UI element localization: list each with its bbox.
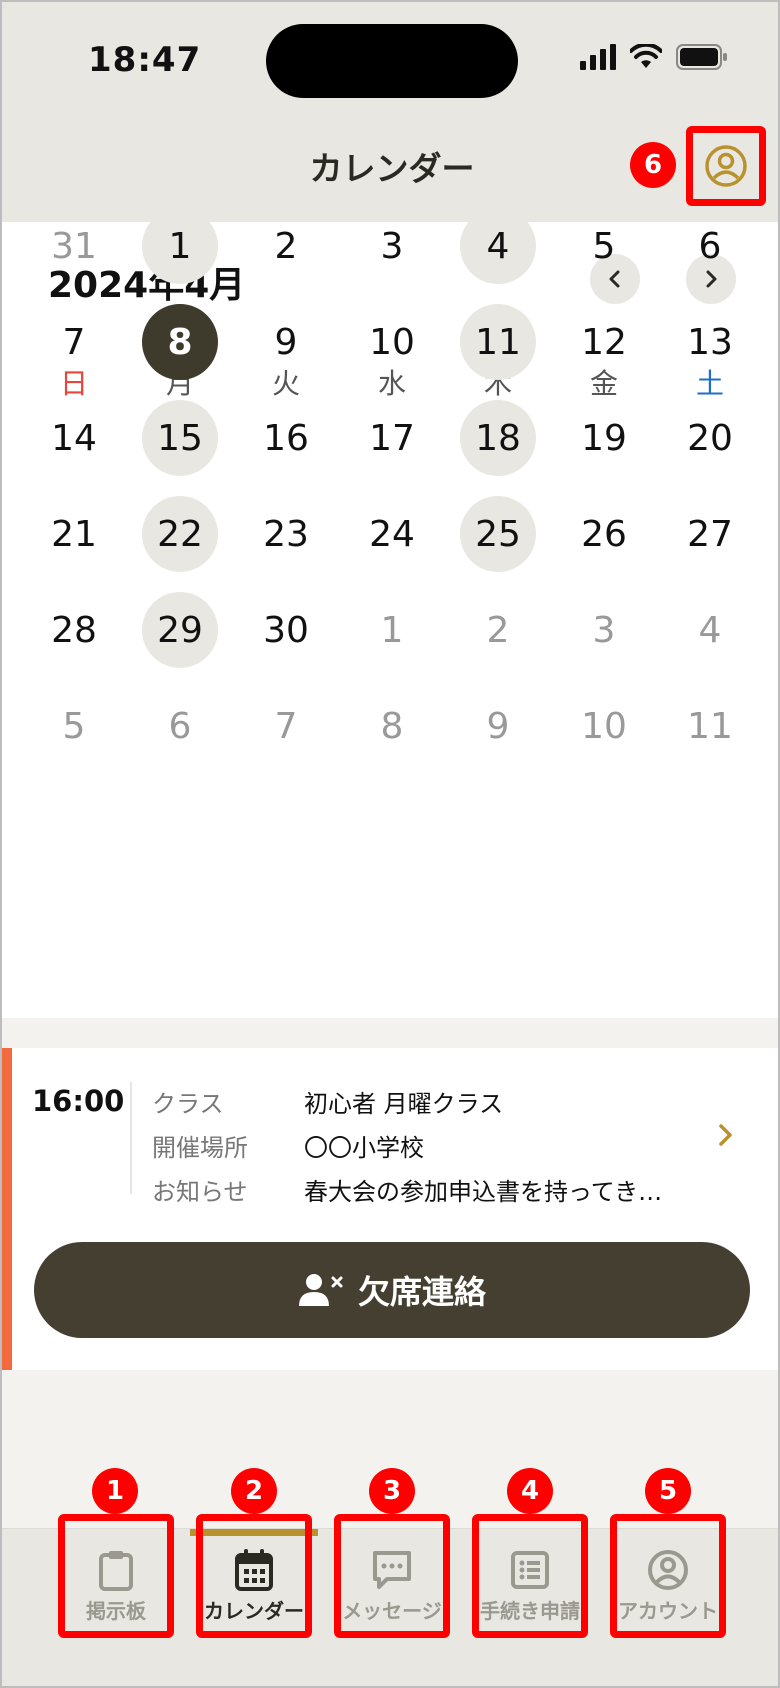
calendar-day[interactable]: 5 [566,208,642,284]
calendar-day[interactable]: 10 [566,688,642,764]
event-value-venue: 〇〇小学校 [304,1134,424,1162]
calendar-day[interactable]: 11 [460,304,536,380]
annotation-badge: 6 [630,142,676,188]
calendar-day[interactable]: 9 [460,688,536,764]
event-card[interactable]: 16:00 クラス 初心者 月曜クラス 開催場所 〇〇小学校 お知らせ 春大会の… [2,1048,778,1370]
status-time: 18:47 [88,40,202,80]
calendar-day[interactable]: 14 [36,400,112,476]
calendar-day[interactable]: 19 [566,400,642,476]
calendar-day[interactable]: 13 [672,304,748,380]
calendar-day[interactable]: 10 [354,304,430,380]
signal-icon [580,44,616,70]
calendar-day[interactable]: 1 [354,592,430,668]
calendar-day[interactable]: 21 [36,496,112,572]
calendar-day[interactable]: 11 [672,688,748,764]
app-header: 18:47 カレンダー 6 [2,2,778,222]
tab-account[interactable]: アカウント [610,1514,726,1638]
calendar-day[interactable]: 15 [142,400,218,476]
event-value-class: 初心者 月曜クラス [304,1090,504,1118]
event-label-class: クラス [152,1090,224,1118]
event-label-venue: 開催場所 [152,1134,248,1162]
event-divider [130,1082,132,1194]
calendar-day[interactable]: 2 [248,208,324,284]
calendar-day[interactable]: 27 [672,496,748,572]
profile-button[interactable] [686,126,766,206]
annotation-badge: 2 [231,1468,277,1514]
calendar-day[interactable]: 31 [36,208,112,284]
event-time: 16:00 [32,1084,125,1118]
calendar-day[interactable]: 28 [36,592,112,668]
calendar-day[interactable]: 26 [566,496,642,572]
list-icon [511,1551,549,1589]
status-icons [580,44,728,70]
tab-bulletin-board[interactable]: 掲示板 [58,1514,174,1638]
app-screen: 18:47 カレンダー 6 2024年4月 日 月 火 水 木 金 土 31 1… [0,0,780,1688]
tab-label: 手続き申請 [480,1599,580,1623]
event-value-notice: 春大会の参加申込書を持ってき… [304,1178,663,1206]
tab-calendar[interactable]: カレンダー [196,1514,312,1638]
calendar-day[interactable]: 25 [460,496,536,572]
tab-messages[interactable]: メッセージ [334,1514,450,1638]
dynamic-island [266,24,518,98]
account-icon [648,1550,688,1590]
battery-icon [676,44,727,70]
calendar-day[interactable]: 4 [460,208,536,284]
tab-procedures[interactable]: 手続き申請 [472,1514,588,1638]
calendar-icon [235,1549,273,1591]
event-accent-bar [2,1048,12,1370]
calendar-day[interactable]: 18 [460,400,536,476]
calendar-day[interactable]: 8 [142,304,218,380]
calendar-day[interactable]: 7 [248,688,324,764]
calendar-day[interactable]: 16 [248,400,324,476]
calendar: 2024年4月 日 月 火 水 木 金 土 31 1 2 3 4 5 6 7 8 9 10 11 12 1… [2,208,778,1018]
user-remove-icon [298,1274,343,1306]
calendar-day[interactable]: 9 [248,304,324,380]
account-icon [705,145,747,187]
calendar-day[interactable]: 7 [36,304,112,380]
absence-button[interactable]: 欠席連絡 [34,1242,750,1338]
calendar-day[interactable]: 17 [354,400,430,476]
calendar-day[interactable]: 6 [142,688,218,764]
wifi-icon [630,44,662,68]
calendar-day[interactable]: 22 [142,496,218,572]
calendar-day[interactable]: 4 [672,592,748,668]
annotation-badge: 4 [507,1468,553,1514]
calendar-day[interactable]: 5 [36,688,112,764]
tab-label: アカウント [618,1599,718,1623]
event-label-notice: お知らせ [152,1178,248,1206]
message-icon [373,1551,411,1589]
calendar-day[interactable]: 6 [672,208,748,284]
annotation-badge: 1 [92,1468,138,1514]
calendar-day[interactable]: 3 [354,208,430,284]
tab-label: 掲示板 [86,1599,146,1623]
clipboard-icon [99,1551,133,1591]
calendar-day[interactable]: 8 [354,688,430,764]
annotation-badge: 5 [645,1468,691,1514]
calendar-day[interactable]: 1 [142,208,218,284]
calendar-day[interactable]: 3 [566,592,642,668]
calendar-day[interactable]: 20 [672,400,748,476]
calendar-day[interactable]: 29 [142,592,218,668]
absence-button-label: 欠席連絡 [357,1273,486,1311]
tab-label: カレンダー [204,1599,304,1623]
calendar-day[interactable]: 23 [248,496,324,572]
chevron-right-icon[interactable] [712,1122,738,1148]
calendar-day[interactable]: 12 [566,304,642,380]
calendar-day[interactable]: 24 [354,496,430,572]
tab-label: メッセージ [342,1599,442,1623]
calendar-day[interactable]: 2 [460,592,536,668]
annotation-badge: 3 [369,1468,415,1514]
calendar-day[interactable]: 30 [248,592,324,668]
